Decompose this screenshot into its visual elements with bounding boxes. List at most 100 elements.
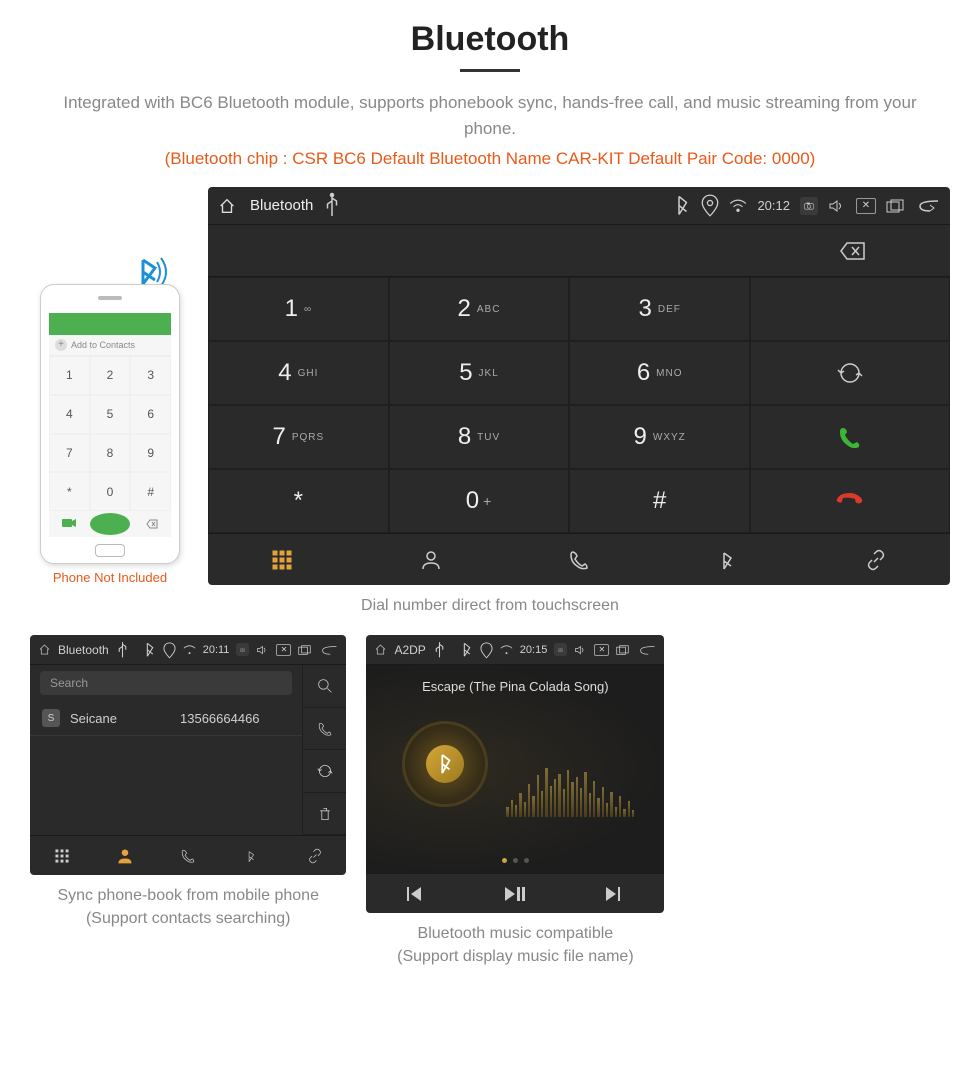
- dialer-keypad: 1∞2ABC3DEF 4GHI5JKL6MNO 7PQRS8TUV9WXYZ *0+#: [208, 277, 950, 533]
- phone-key-2: 2: [90, 356, 131, 395]
- contacts-caption: Sync phone-book from mobile phone(Suppor…: [30, 885, 346, 930]
- key-3[interactable]: 3DEF: [569, 277, 750, 341]
- key-*[interactable]: *: [208, 469, 389, 533]
- home-icon[interactable]: [218, 197, 236, 215]
- phone-key-6: 6: [130, 395, 171, 434]
- phone-key-5: 5: [90, 395, 131, 434]
- phone-video-icon: [49, 511, 90, 537]
- tab-keypad[interactable]: [208, 534, 356, 585]
- number-input-row: [208, 225, 950, 277]
- call-button[interactable]: [750, 405, 950, 469]
- contacts-bottom-tabs: [30, 835, 346, 875]
- tab-keypad[interactable]: [30, 836, 93, 875]
- status-bar: Bluetooth 20:12 ✕: [208, 187, 950, 225]
- back-icon: [318, 643, 338, 656]
- key-8[interactable]: 8TUV: [389, 405, 570, 469]
- volume-icon[interactable]: [828, 197, 846, 215]
- play-pause-button[interactable]: [466, 874, 565, 913]
- phone-key-4: 4: [49, 395, 90, 434]
- phone-key-1: 1: [49, 356, 90, 395]
- tab-link[interactable]: [802, 534, 950, 585]
- key-9[interactable]: 9WXYZ: [569, 405, 750, 469]
- tab-link[interactable]: [283, 836, 346, 875]
- key-6[interactable]: 6MNO: [569, 341, 750, 405]
- tab-bluetooth[interactable]: [220, 836, 283, 875]
- phone-call-button: [90, 513, 131, 535]
- music-panel: A2DP 20:15 ✕ Escape (The Pina Colada Son…: [366, 635, 664, 913]
- volume-icon: [574, 643, 587, 656]
- tab-contacts[interactable]: [356, 534, 504, 585]
- tab-contacts[interactable]: [93, 836, 156, 875]
- phone-key-#: #: [130, 472, 171, 511]
- tab-history[interactable]: [505, 534, 653, 585]
- screenshot-icon[interactable]: [800, 197, 818, 215]
- prev-track-button[interactable]: [366, 874, 465, 913]
- usb-icon: [433, 643, 446, 656]
- screenshot-icon: [554, 643, 567, 656]
- album-art: [402, 721, 488, 807]
- next-track-button[interactable]: [565, 874, 664, 913]
- hangup-button[interactable]: [750, 469, 950, 533]
- smartphone-mockup: + Add to Contacts 123456789*0#: [40, 284, 180, 564]
- location-icon: [701, 197, 719, 215]
- music-caption: Bluetooth music compatible(Support displ…: [366, 923, 664, 968]
- key-7[interactable]: 7PQRS: [208, 405, 389, 469]
- contact-number: 13566664466: [180, 711, 260, 726]
- bluetooth-specs: (Bluetooth chip : CSR BC6 Default Blueto…: [30, 149, 950, 169]
- page-title: Bluetooth: [30, 20, 950, 59]
- location-icon: [163, 643, 176, 656]
- contact-badge: S: [42, 709, 60, 727]
- music-controls: [366, 873, 664, 913]
- sync-button[interactable]: [750, 341, 950, 405]
- bluetooth-status-icon: [460, 643, 473, 656]
- tab-bluetooth[interactable]: [653, 534, 801, 585]
- search-input[interactable]: Search: [40, 671, 292, 695]
- side-blank: [750, 277, 950, 341]
- contact-name: Seicane: [70, 711, 170, 726]
- side-sync-button[interactable]: [303, 750, 346, 793]
- key-0[interactable]: 0+: [389, 469, 570, 533]
- wifi-icon: [500, 643, 513, 656]
- phone-add-contacts: + Add to Contacts: [49, 335, 171, 356]
- phone-key-9: 9: [130, 434, 171, 473]
- side-delete-button[interactable]: [303, 793, 346, 836]
- recent-apps-icon[interactable]: [886, 197, 904, 215]
- page-dots: [502, 858, 529, 863]
- home-icon: [38, 643, 51, 656]
- back-icon: [636, 643, 656, 656]
- close-app-icon[interactable]: ✕: [856, 198, 876, 214]
- bottom-tabs: [208, 533, 950, 585]
- home-icon: [374, 643, 387, 656]
- contact-row[interactable]: S Seicane 13566664466: [30, 701, 302, 736]
- key-5[interactable]: 5JKL: [389, 341, 570, 405]
- usb-icon: [323, 197, 341, 215]
- key-1[interactable]: 1∞: [208, 277, 389, 341]
- screenshot-icon: [236, 643, 249, 656]
- equalizer: [506, 747, 634, 817]
- volume-icon: [256, 643, 269, 656]
- number-input[interactable]: [208, 225, 750, 276]
- backspace-button[interactable]: [750, 225, 950, 276]
- wifi-icon: [729, 197, 747, 215]
- wifi-icon: [183, 643, 196, 656]
- phone-key-8: 8: [90, 434, 131, 473]
- side-search-button[interactable]: [303, 665, 346, 708]
- phone-key-7: 7: [49, 434, 90, 473]
- close-app-icon: ✕: [594, 644, 609, 656]
- back-icon[interactable]: [914, 197, 940, 215]
- clock: 20:12: [757, 198, 790, 213]
- side-call-button[interactable]: [303, 708, 346, 751]
- bluetooth-status-icon: [143, 643, 156, 656]
- close-app-icon: ✕: [276, 644, 291, 656]
- phone-key-0: 0: [90, 472, 131, 511]
- key-2[interactable]: 2ABC: [389, 277, 570, 341]
- page-description: Integrated with BC6 Bluetooth module, su…: [60, 90, 920, 141]
- tab-history[interactable]: [157, 836, 220, 875]
- contacts-status-bar: Bluetooth 20:11 ✕: [30, 635, 346, 665]
- music-status-bar: A2DP 20:15 ✕: [366, 635, 664, 665]
- key-4[interactable]: 4GHI: [208, 341, 389, 405]
- phone-backspace-icon: [130, 511, 171, 537]
- key-#[interactable]: #: [569, 469, 750, 533]
- phone-key-3: 3: [130, 356, 171, 395]
- dialer-caption: Dial number direct from touchscreen: [30, 595, 950, 617]
